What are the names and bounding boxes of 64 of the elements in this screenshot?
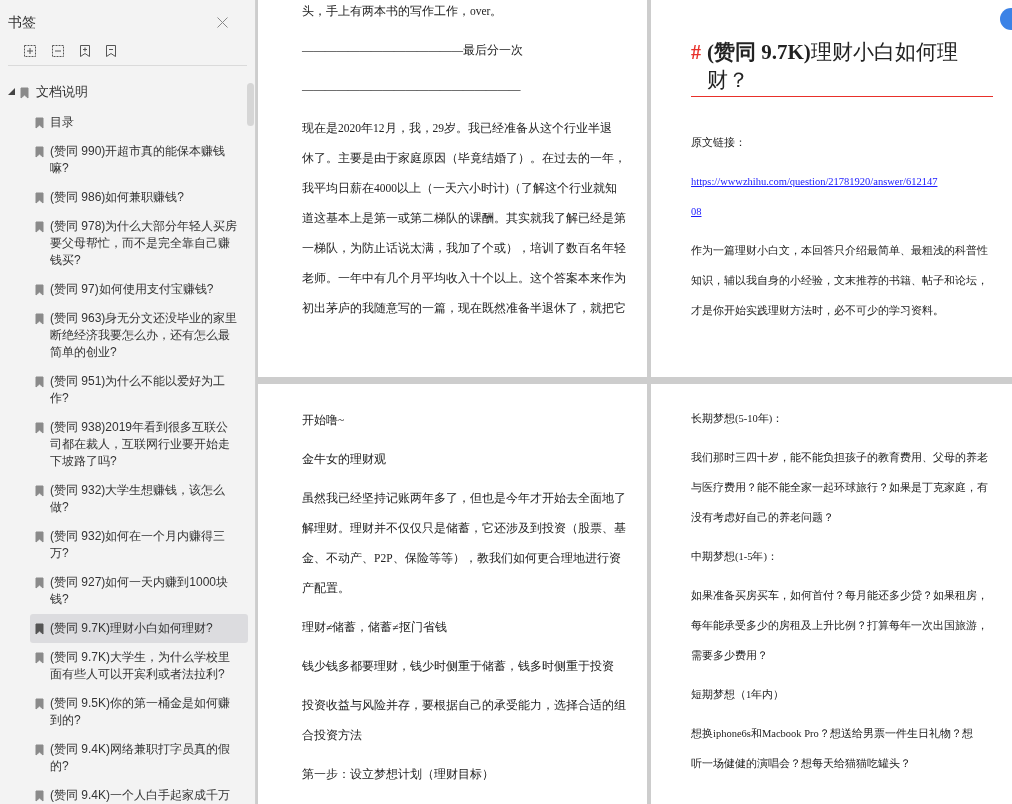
paragraph: 金牛女的理财观	[302, 452, 386, 467]
paragraph: 钱少钱多都要理财，钱少时侧重于储蓄，钱多时侧重于投资	[302, 659, 614, 674]
paragraph: 第一步：设立梦想计划（理财目标）	[302, 767, 494, 782]
bookmark-icon	[35, 698, 44, 710]
expand-triangle-icon[interactable]	[8, 88, 15, 95]
bookmark-item[interactable]: (赞同 9.7K)理财小白如何理财?	[30, 614, 248, 643]
close-icon[interactable]	[217, 17, 228, 28]
bookmark-icon	[35, 790, 44, 802]
bookmark-item[interactable]: (赞同 9.4K)一个人白手起家成千万	[30, 781, 248, 804]
paragraph: 虽然我已经坚持记账两年多了，但也是今年才开始去全面地了 解理财。理财并不仅仅只是储蓄，它还涉及到投资（股票、基 金、不动产、P2P、保险等等），教我们如何更合理地进行资 产配置。	[302, 491, 626, 596]
paragraph: ———————————————————	[302, 82, 521, 97]
paragraph: 短期梦想（1年内）	[691, 688, 785, 702]
bookmark-item[interactable]: (赞同 97)如何使用支付宝赚钱?	[30, 275, 248, 304]
paragraph: 中期梦想(1-5年)：	[691, 550, 778, 564]
bookmark-item[interactable]: (赞同 986)如何兼职赚钱?	[30, 183, 248, 212]
heading: (赞同 9.7K)理财小白如何理 财？	[707, 39, 958, 94]
bookmark-item[interactable]: (赞同 9.4K)网络兼职打字员真的假的?	[30, 735, 248, 781]
bookmark-item[interactable]: (赞同 938)2019年看到很多互联公司都在裁人，互联网行业要开始走下坡路了吗?	[30, 413, 248, 476]
remove-bookmark-icon[interactable]	[105, 43, 117, 58]
bookmark-icon	[35, 485, 44, 497]
bookmark-icon	[35, 623, 44, 635]
bookmark-item[interactable]: (赞同 932)大学生想赚钱，该怎么做?	[30, 476, 248, 522]
bookmark-item[interactable]: (赞同 9.7K)大学生，为什么学校里面有些人可以开宾利或者法拉利?	[30, 643, 248, 689]
paragraph: ——————————————最后分一次	[302, 43, 523, 58]
expand-all-icon[interactable]	[23, 43, 37, 58]
bookmark-icon	[35, 577, 44, 589]
paragraph: 如果准备买房买车，如何首付？每月能还多少贷？如果租房， 每年能承受多少的房租及上升比例？打算每年一次出国旅游， 需要多少费用？	[691, 589, 988, 663]
paragraph: 开始噜~	[302, 413, 345, 428]
paragraph: 头，手上有两本书的写作工作，over。	[302, 4, 503, 19]
scrollbar-thumb[interactable]	[247, 83, 254, 126]
paragraph: 投资收益与风险并存，要根据自己的承受能力，选择合适的组 合投资方法	[302, 698, 626, 743]
heading-marker: #	[691, 40, 701, 65]
add-bookmark-icon[interactable]	[79, 43, 91, 58]
bookmark-icon	[35, 376, 44, 388]
bookmark-item[interactable]: 文档说明	[8, 80, 96, 103]
bookmark-item[interactable]: 目录	[30, 108, 248, 137]
bookmark-icon	[35, 744, 44, 756]
panel-title: 书签	[8, 13, 36, 32]
bookmark-item[interactable]: (赞同 963)身无分文还没毕业的家里断绝经济我要怎么办，还有怎么最简单的创业?	[30, 304, 248, 367]
paragraph: 现在是2020年12月，我，29岁。我已经准备从这个行业半退 休了。主要是由于家庭原因（毕竟结婚了）。在过去的一年， 我平均日薪在4000以上（一天六小时计)（了解这个行业就知 道这基本上是第一或第二梯队的课酬。其实就我了解已经是第 一梯队，为防止话说太满，我加了个或），培训了数百名年轻 老师。一年中有几个月平均收入十个以上。这个答案本来作为 初出茅庐的我随意写的一篇，现在既然准备半退休了，就把它	[302, 121, 626, 316]
bookmark-item[interactable]: (赞同 990)开超市真的能保本赚钱嘛?	[30, 137, 248, 183]
bookmark-icon	[35, 422, 44, 434]
bookmark-item[interactable]: (赞同 951)为什么不能以爱好为工作?	[30, 367, 248, 413]
paragraph: 想换iphone6s和Macbook Pro？想送给男票一件生日礼物？想 听一场健健的演唱会？想每天给猫猫吃罐头？	[691, 727, 973, 771]
bookmark-item[interactable]: (赞同 978)为什么大部分年轻人买房要父母帮忙，而不是完全靠自己赚钱买?	[30, 212, 248, 275]
bookmark-icon	[35, 221, 44, 233]
bookmark-icon	[35, 531, 44, 543]
collapse-all-icon[interactable]	[51, 43, 65, 58]
paragraph: 长期梦想(5-10年)：	[691, 412, 784, 426]
bookmark-icon	[35, 192, 44, 204]
bookmark-icon	[20, 87, 29, 99]
bookmark-item[interactable]: (赞同 927)如何一天内赚到1000块钱?	[30, 568, 248, 614]
paragraph: 理财≠储蓄，储蓄≠抠门省钱	[302, 620, 447, 635]
bookmark-icon	[35, 652, 44, 664]
bookmark-icon	[35, 117, 44, 129]
bookmark-icon	[35, 146, 44, 158]
bookmark-item[interactable]: (赞同 9.5K)你的第一桶金是如何赚到的?	[30, 689, 248, 735]
bookmark-icon	[35, 313, 44, 325]
paragraph: 我们那时三四十岁，能不能负担孩子的教育费用、父母的养老 与医疗费用？能不能全家一起环球旅行？如果是丁克家庭，有 没有考虑好自己的养老问题？	[691, 450, 988, 525]
bookmark-icon	[35, 284, 44, 296]
paragraph: 作为一篇理财小白文，本回答只介绍最简单、最粗浅的科普性 知识，辅以我自身的小经验，文末推荐的书籍、帖子和论坛， 才是你开始实践理财方法时，必不可少的学习资料。	[691, 243, 988, 318]
bookmark-item[interactable]: (赞同 932)如何在一个月内赚得三万?	[30, 522, 248, 568]
paragraph: 原文链接：	[691, 136, 746, 150]
link[interactable]: https://wwwzhihu.com/question/21781920/answer/612147 08	[691, 167, 938, 227]
